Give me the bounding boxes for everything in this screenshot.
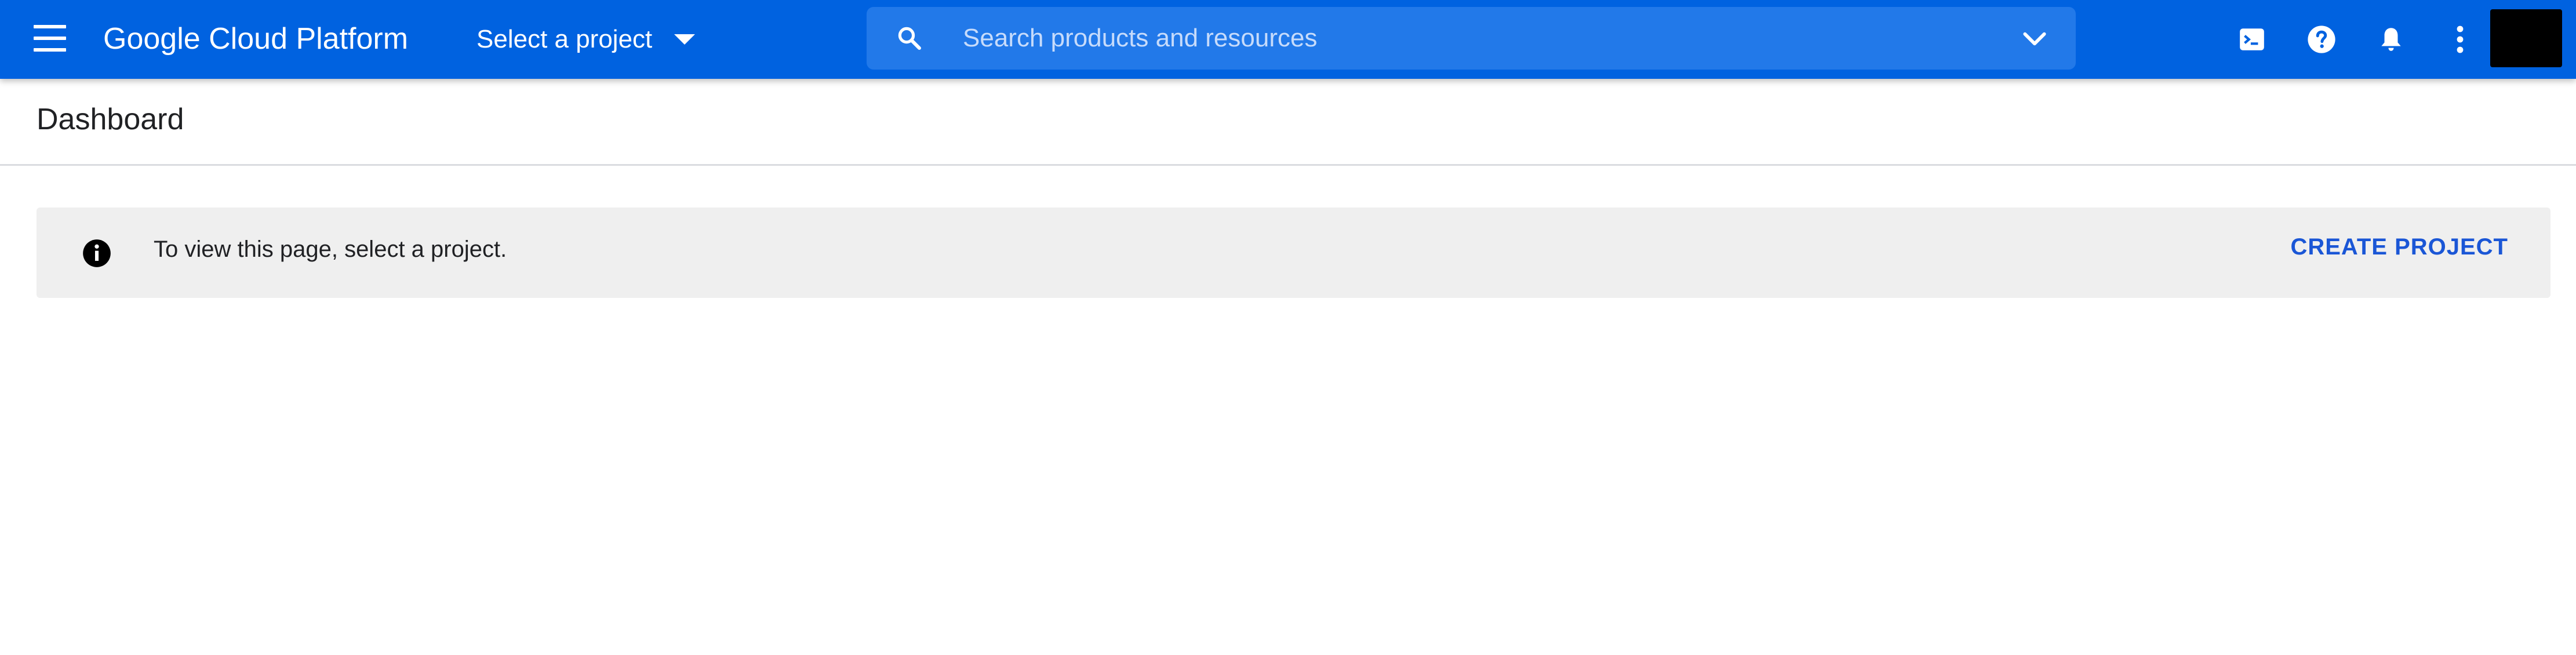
- search-bar[interactable]: [867, 7, 2076, 70]
- top-app-bar: Google Cloud Platform Select a project: [0, 0, 2576, 79]
- menu-button[interactable]: [29, 19, 72, 57]
- menu-icon-bar-top: [34, 25, 66, 28]
- more-vert-icon: [2457, 26, 2464, 53]
- cloud-shell-icon: [2240, 28, 2264, 50]
- banner-message: To view this page, select a project.: [154, 236, 507, 262]
- caret-down-icon: [674, 34, 696, 45]
- project-selector-label: Select a project: [476, 25, 653, 53]
- search-icon: [898, 27, 921, 50]
- search-input[interactable]: [963, 15, 1948, 61]
- cloud-shell-button[interactable]: [2231, 19, 2273, 60]
- project-selector[interactable]: Select a project: [476, 21, 696, 58]
- page-header: Dashboard: [0, 79, 2576, 166]
- app-title[interactable]: Google Cloud Platform: [103, 20, 408, 58]
- help-icon: [2308, 26, 2335, 53]
- help-button[interactable]: [2301, 19, 2342, 60]
- chevron-down-icon[interactable]: [2020, 24, 2049, 53]
- more-options-button[interactable]: [2439, 19, 2481, 60]
- notifications-button[interactable]: [2370, 19, 2412, 60]
- info-icon: [83, 239, 111, 267]
- create-project-button[interactable]: CREATE PROJECT: [2290, 234, 2508, 260]
- page-title: Dashboard: [37, 103, 184, 136]
- info-banner: To view this page, select a project. CRE…: [37, 208, 2550, 298]
- menu-icon-bar-middle: [34, 37, 66, 40]
- notifications-icon: [2381, 28, 2401, 51]
- menu-icon-bar-bottom: [34, 48, 66, 52]
- avatar[interactable]: [2490, 9, 2562, 67]
